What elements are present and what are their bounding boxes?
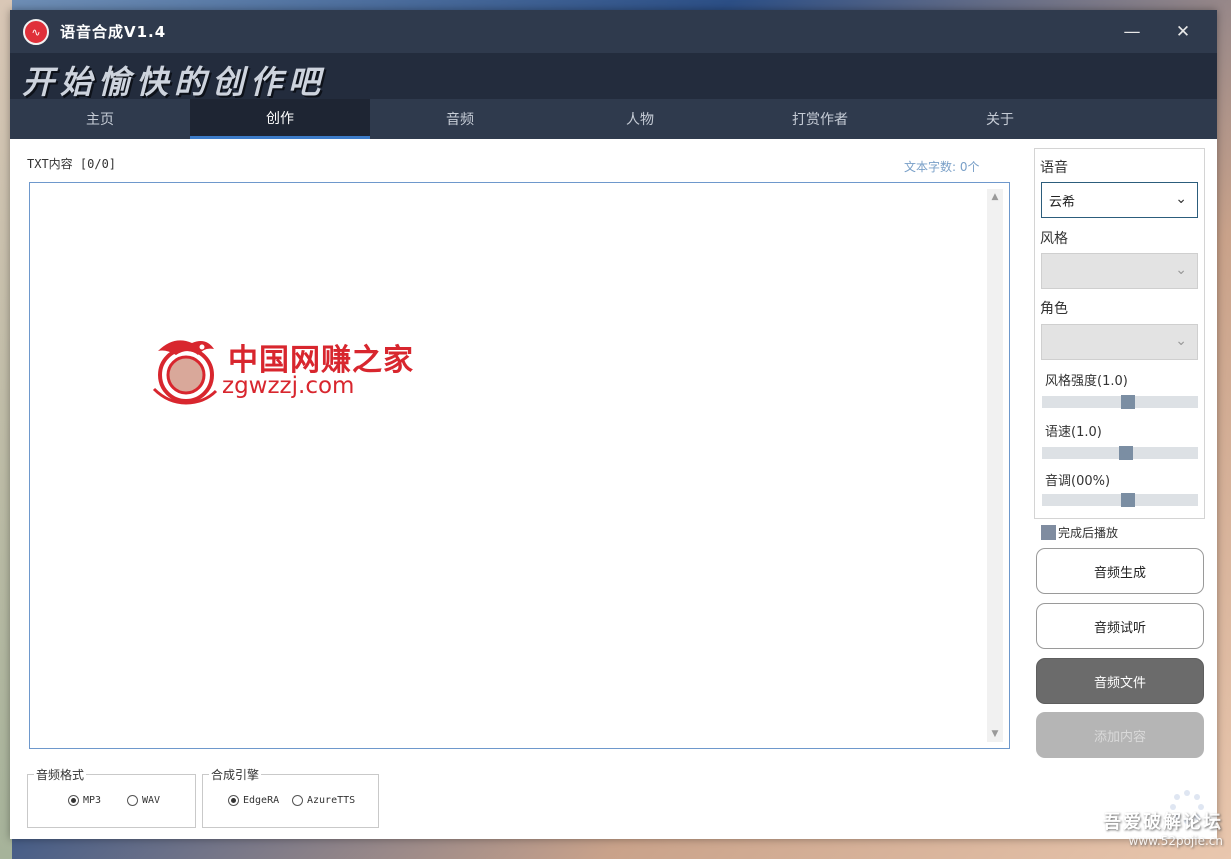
generate-audio-button[interactable]: 音频生成 (1036, 548, 1204, 594)
engine-group: 合成引擎 EdgeRA AzureTTS (202, 766, 379, 828)
settings-panel: 语音 云希 ⌄ 风格 ⌄ 角色 ⌄ 风格强度(1.0) 语速(1.0) 音调(0… (1034, 148, 1205, 519)
app-window: ∿ 语音合成V1.4 — ✕ 开始愉快的创作吧 主页 创作 音频 人物 打赏作者… (10, 10, 1217, 839)
banner-slogan: 开始愉快的创作吧 (22, 63, 327, 101)
voice-select[interactable]: 云希 ⌄ (1041, 182, 1198, 218)
forum-url: www.52pojie.cn (1128, 834, 1223, 848)
watermark-site-url: zgwzzj.com (222, 373, 355, 399)
watermark-dragon-logo-icon (152, 340, 218, 405)
preview-audio-button[interactable]: 音频试听 (1036, 603, 1204, 649)
style-select[interactable]: ⌄ (1041, 253, 1198, 289)
radio-selected-icon (68, 795, 79, 806)
play-after-done-checkbox[interactable]: 完成后播放 (1041, 524, 1118, 541)
slider-thumb[interactable] (1119, 446, 1134, 460)
audio-format-label: 音频格式 (34, 766, 87, 783)
char-count-label: 文本字数: 0个 (904, 160, 980, 174)
checkbox-box[interactable] (1041, 525, 1056, 540)
role-select[interactable]: ⌄ (1041, 324, 1198, 360)
engine-label: 合成引擎 (209, 766, 262, 783)
tab-characters[interactable]: 人物 (550, 99, 730, 139)
play-after-done-label: 完成后播放 (1058, 526, 1119, 540)
app-waveform-icon: ∿ (23, 19, 49, 45)
audio-format-group: 音频格式 MP3 WAV (27, 766, 196, 828)
role-label: 角色 (1040, 301, 1068, 317)
voice-label: 语音 (1040, 160, 1068, 176)
text-editor[interactable]: 中国网赚之家 zgwzzj.com ▲ ▼ (29, 182, 1010, 749)
forum-title: 吾爱破解论坛 (1103, 812, 1223, 833)
style-intensity-slider[interactable] (1042, 395, 1198, 409)
tab-audio[interactable]: 音频 (370, 99, 550, 139)
radio-azuretts-label: AzureTTS (307, 795, 356, 806)
editor-scrollbar[interactable]: ▲ ▼ (987, 189, 1003, 742)
tab-bar: 主页 创作 音频 人物 打赏作者 关于 (10, 99, 1217, 139)
radio-wav-label: WAV (142, 795, 161, 806)
close-button[interactable]: ✕ (1168, 18, 1198, 46)
speed-slider[interactable] (1042, 446, 1198, 460)
tab-home[interactable]: 主页 (10, 99, 190, 139)
slider-thumb[interactable] (1120, 395, 1135, 409)
pitch-slider[interactable] (1042, 493, 1198, 507)
scroll-up-arrow-icon[interactable]: ▲ (987, 189, 1003, 205)
chevron-down-icon: ⌄ (1175, 262, 1187, 278)
radio-edgera-label: EdgeRA (243, 795, 280, 806)
audio-file-button[interactable]: 音频文件 (1036, 658, 1204, 704)
window-title: 语音合成V1.4 (60, 23, 167, 41)
txt-content-label: TXT内容 [0/0] (27, 157, 117, 171)
radio-unselected-icon (127, 795, 138, 806)
watermark: 中国网赚之家 zgwzzj.com (148, 333, 413, 405)
radio-mp3-label: MP3 (83, 795, 102, 806)
radio-edgera[interactable]: EdgeRA (228, 795, 279, 806)
tab-create[interactable]: 创作 (190, 99, 370, 139)
radio-unselected-icon (292, 795, 303, 806)
tab-about[interactable]: 关于 (910, 99, 1090, 139)
voice-select-value: 云希 (1049, 194, 1076, 210)
style-intensity-label: 风格强度(1.0) (1045, 374, 1128, 389)
radio-selected-icon (228, 795, 239, 806)
speed-label: 语速(1.0) (1045, 425, 1102, 440)
style-label: 风格 (1040, 231, 1068, 247)
chevron-down-icon: ⌄ (1175, 333, 1187, 349)
radio-wav[interactable]: WAV (127, 795, 160, 806)
radio-azuretts[interactable]: AzureTTS (292, 795, 355, 806)
title-bar[interactable]: ∿ 语音合成V1.4 — ✕ (10, 10, 1217, 53)
scroll-down-arrow-icon[interactable]: ▼ (987, 726, 1003, 742)
slider-thumb[interactable] (1120, 493, 1135, 507)
tab-donate[interactable]: 打赏作者 (730, 99, 910, 139)
minimize-button[interactable]: — (1117, 18, 1147, 46)
pitch-label: 音调(00%) (1045, 474, 1111, 489)
forum-watermark: 吾爱破解论坛 www.52pojie.cn (1103, 808, 1223, 848)
add-content-button[interactable]: 添加内容 (1036, 712, 1204, 758)
radio-mp3[interactable]: MP3 (68, 795, 101, 806)
chevron-down-icon: ⌄ (1175, 191, 1187, 207)
